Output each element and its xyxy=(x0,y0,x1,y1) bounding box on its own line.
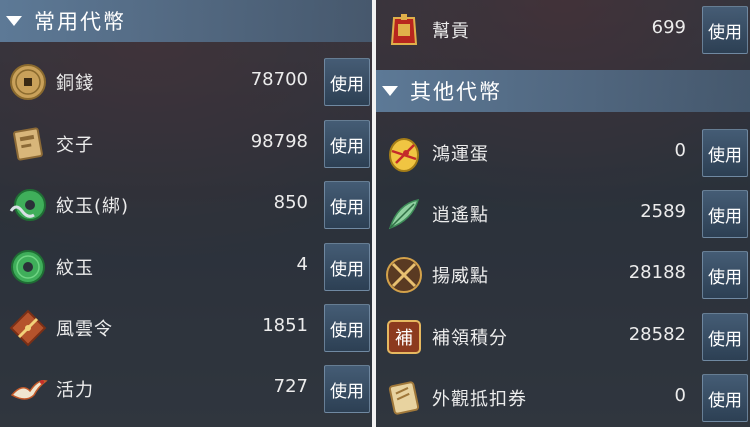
currency-count: 28582 xyxy=(628,324,686,345)
use-button[interactable]: 使用 xyxy=(702,190,748,238)
common-currency-header[interactable]: 常用代幣 xyxy=(0,0,372,42)
lucky-egg-icon xyxy=(389,138,419,172)
collapse-triangle-icon xyxy=(382,86,398,96)
currency-name: 交子 xyxy=(56,135,94,156)
currency-name: 活力 xyxy=(56,380,94,401)
currency-row: 揚威點 28188 使用 xyxy=(376,247,750,303)
currency-name: 逍遙點 xyxy=(432,205,489,226)
currency-row: 交子 98798 使用 xyxy=(0,116,372,172)
jade-icon xyxy=(11,250,45,284)
crane-icon xyxy=(10,379,48,400)
currency-row: 銅錢 78700 使用 xyxy=(0,54,372,110)
supplement-badge-icon: 補 xyxy=(387,320,421,354)
bound-jade-icon xyxy=(9,189,46,221)
currency-count: 2589 xyxy=(640,201,686,222)
leaf-icon xyxy=(388,199,420,230)
use-button[interactable]: 使用 xyxy=(702,251,748,299)
guild-contribution-icon xyxy=(390,14,418,45)
use-button[interactable]: 使用 xyxy=(702,313,748,361)
currency-count: 1851 xyxy=(262,315,308,336)
currency-name: 鴻運蛋 xyxy=(432,144,489,165)
currency-count: 78700 xyxy=(250,69,308,90)
use-button[interactable]: 使用 xyxy=(324,58,370,106)
use-button[interactable]: 使用 xyxy=(324,243,370,291)
currency-name: 幫貢 xyxy=(432,21,470,42)
currency-name: 銅錢 xyxy=(56,73,94,94)
currency-row: 活力 727 使用 xyxy=(0,361,372,417)
use-button[interactable]: 使用 xyxy=(324,365,370,413)
collapse-triangle-icon xyxy=(6,16,22,26)
use-button[interactable]: 使用 xyxy=(702,129,748,177)
currency-count: 4 xyxy=(296,254,308,275)
use-button[interactable]: 使用 xyxy=(324,304,370,352)
other-currency-header[interactable]: 其他代幣 xyxy=(376,70,750,112)
currency-name: 揚威點 xyxy=(432,266,489,287)
use-button[interactable]: 使用 xyxy=(702,374,748,422)
currency-row: 幫貢 699 使用 xyxy=(376,2,750,58)
currency-name: 紋玉(綁) xyxy=(56,196,130,217)
supplement-badge-char: 補 xyxy=(395,328,413,349)
currency-count: 28188 xyxy=(628,262,686,283)
copper-coin-icon xyxy=(10,64,46,100)
coupon-scroll-icon xyxy=(388,381,420,415)
currency-row: 外觀抵扣券 0 使用 xyxy=(376,370,750,426)
currency-name: 補領積分 xyxy=(432,328,508,349)
currency-row: 紋玉 4 使用 xyxy=(0,239,372,295)
other-currency-panel: 幫貢 699 使用 其他代幣 鴻運蛋 0 使用 逍遙點 2589 使用 揚威點 xyxy=(376,0,750,427)
section-title: 常用代幣 xyxy=(34,10,126,34)
currency-count: 0 xyxy=(674,385,686,406)
currency-row: 紋玉(綁) 850 使用 xyxy=(0,177,372,233)
currency-row: 逍遙點 2589 使用 xyxy=(376,186,750,242)
use-button[interactable]: 使用 xyxy=(324,181,370,229)
currency-row: 補 補領積分 28582 使用 xyxy=(376,309,750,365)
currency-name: 風雲令 xyxy=(56,319,113,340)
currency-count: 850 xyxy=(273,192,308,213)
section-title: 其他代幣 xyxy=(410,80,502,104)
currency-count: 98798 xyxy=(250,131,308,152)
currency-name: 紋玉 xyxy=(56,258,94,279)
currency-row: 鴻運蛋 0 使用 xyxy=(376,125,750,181)
currency-count: 699 xyxy=(651,17,686,38)
common-currency-panel: 常用代幣 銅錢 78700 使用 交子 98798 使用 紋玉(綁) 850 使… xyxy=(0,0,372,427)
paper-note-icon xyxy=(13,127,43,161)
currency-row: 風雲令 1851 使用 xyxy=(0,300,372,356)
token-icon xyxy=(9,309,47,347)
use-button[interactable]: 使用 xyxy=(702,6,748,54)
currency-name: 外觀抵扣券 xyxy=(432,389,527,410)
crossed-weapons-icon xyxy=(386,257,422,293)
currency-count: 727 xyxy=(273,376,308,397)
currency-count: 0 xyxy=(674,140,686,161)
use-button[interactable]: 使用 xyxy=(324,120,370,168)
